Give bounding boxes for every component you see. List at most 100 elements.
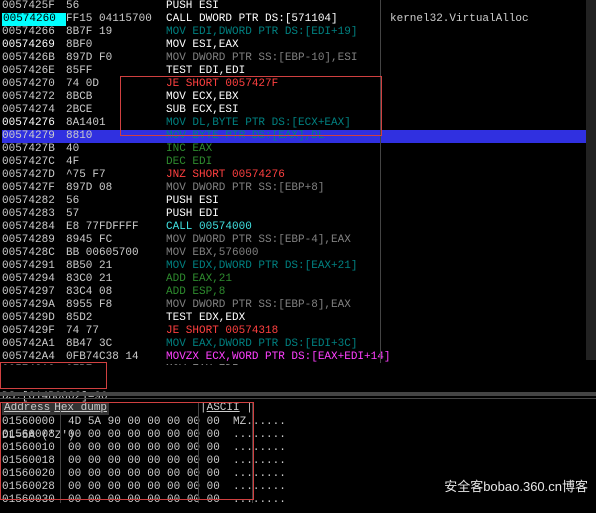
disasm-row[interactable]: 0057427B40INC EAX — [2, 143, 596, 156]
instruction-cell: MOVZX ECX,WORD PTR DS:[EAX+EDI+14] — [166, 351, 390, 364]
disasm-row[interactable]: 005742918B50 21MOV EDX,DWORD PTR DS:[EAX… — [2, 260, 596, 273]
scrollbar[interactable] — [586, 0, 596, 360]
address-cell: 00574274 — [2, 104, 66, 117]
address-cell: 00574291 — [2, 260, 66, 273]
bytes-cell: 2BCE — [66, 104, 166, 117]
address-cell: 00574282 — [2, 195, 66, 208]
disasm-row[interactable]: 005742728BCBMOV ECX,EBX — [2, 91, 596, 104]
disasm-row[interactable]: 0057426E85FFTEST EDI,EDI — [2, 65, 596, 78]
instruction-cell: MOV EAX,EDI — [166, 364, 239, 365]
address-cell: 0057429A — [2, 299, 66, 312]
disasm-row[interactable]: 005742A40FB74C38 14MOVZX ECX,WORD PTR DS… — [2, 351, 596, 364]
disasm-row[interactable]: 0057427F897D 08MOV DWORD PTR SS:[EBP+8] — [2, 182, 596, 195]
disasm-row[interactable]: 005742898945 FCMOV DWORD PTR SS:[EBP-4],… — [2, 234, 596, 247]
address-cell: 00574279 — [2, 130, 66, 143]
disasm-row[interactable]: 0057428357PUSH EDI — [2, 208, 596, 221]
instruction-cell: MOV EDX,DWORD PTR DS:[EAX+21] — [166, 260, 357, 273]
disasm-row[interactable]: 0057426B897D F0MOV DWORD PTR SS:[EBP-10]… — [2, 52, 596, 65]
disasm-row[interactable]: 0057425F56PUSH ESI — [2, 0, 596, 13]
instruction-cell: MOV ECX,EBX — [166, 91, 239, 104]
hex-row[interactable]: 01560000 4D 5A 90 00 00 00 00 00 MZ.....… — [2, 416, 286, 429]
address-cell: 00574272 — [2, 91, 66, 104]
hex-row[interactable]: 01560020 00 00 00 00 00 00 00 00 .......… — [2, 468, 286, 481]
bytes-cell: 8A1401 — [66, 117, 166, 130]
hex-row[interactable]: 01560008 00 00 00 00 00 00 00 00 .......… — [2, 429, 286, 442]
disasm-row[interactable]: 0057428CBB 00605700MOV EBX,576000 — [2, 247, 596, 260]
disasm-row[interactable]: 0057428256PUSH ESI — [2, 195, 596, 208]
bytes-cell: 85FF — [66, 65, 166, 78]
disasm-row[interactable]: 0057429783C4 08ADD ESP,8 — [2, 286, 596, 299]
instruction-cell: TEST EDX,EDX — [166, 312, 245, 325]
disasm-row[interactable]: 0057427074 0DJE SHORT 0057427F — [2, 78, 596, 91]
hex-separator-1 — [60, 402, 61, 503]
address-cell: 005742A1 — [2, 338, 66, 351]
disasm-row[interactable]: 0057429F74 77JE SHORT 00574318 — [2, 325, 596, 338]
bytes-cell: 8BF0 — [66, 39, 166, 52]
bytes-cell: 83C4 08 — [66, 286, 166, 299]
bytes-cell: E8 77FDFFFF — [66, 221, 166, 234]
disasm-row[interactable]: 005742798810MOV BYTE PTR DS:[EAX],DL — [2, 130, 596, 143]
address-cell: 00574294 — [2, 273, 66, 286]
instruction-cell: TEST EDI,EDI — [166, 65, 245, 78]
bytes-cell: 8BCB — [66, 91, 166, 104]
disassembly-pane[interactable]: 0057425F56PUSH ESI00574260FF15 04115700C… — [0, 0, 596, 365]
disasm-row[interactable]: 005742768A1401MOV DL,BYTE PTR DS:[ECX+EA… — [2, 117, 596, 130]
instruction-cell: SUB ECX,ESI — [166, 104, 239, 117]
hex-separator-3 — [252, 402, 253, 503]
disasm-row[interactable]: 005742A18B47 3CMOV EAX,DWORD PTR DS:[EDI… — [2, 338, 596, 351]
instruction-cell: MOV BYTE PTR DS:[EAX],DL — [166, 130, 324, 143]
address-cell: 0057429D — [2, 312, 66, 325]
disasm-row[interactable]: 0057429D85D2TEST EDX,EDX — [2, 312, 596, 325]
comment-cell: kernel32.VirtualAlloc — [390, 13, 529, 26]
address-cell: 0057427C — [2, 156, 66, 169]
disasm-row[interactable]: 005742668B7F 19MOV EDI,DWORD PTR DS:[EDI… — [2, 26, 596, 39]
bytes-cell: FF15 04115700 — [66, 13, 166, 26]
instruction-cell: MOV DWORD PTR SS:[EBP-8],EAX — [166, 299, 351, 312]
address-cell: 0057426E — [2, 65, 66, 78]
bytes-cell: 0FB74C38 14 — [66, 351, 166, 364]
bytes-cell: 56 — [66, 0, 166, 13]
address-cell: 00574266 — [2, 26, 66, 39]
instruction-cell: MOV EDI,DWORD PTR DS:[EDI+19] — [166, 26, 357, 39]
disasm-row[interactable]: 0057429483C0 21ADD EAX,21 — [2, 273, 596, 286]
disasm-row[interactable]: 005742742BCESUB ECX,ESI — [2, 104, 596, 117]
address-cell: 00574269 — [2, 39, 66, 52]
hex-row[interactable]: 01560018 00 00 00 00 00 00 00 00 .......… — [2, 455, 286, 468]
address-cell: 0057429F — [2, 325, 66, 338]
hex-separator-2 — [198, 402, 199, 503]
instruction-cell: PUSH ESI — [166, 0, 219, 13]
bytes-cell: 8810 — [66, 130, 166, 143]
bytes-cell: 897D F0 — [66, 52, 166, 65]
instruction-cell: CALL 00574000 — [166, 221, 252, 234]
address-cell: 0057427B — [2, 143, 66, 156]
address-cell: 0057427D — [2, 169, 66, 182]
bytes-cell: 74 0D — [66, 78, 166, 91]
hex-row[interactable]: 01560010 00 00 00 00 00 00 00 00 .......… — [2, 442, 286, 455]
bytes-cell: BB 00605700 — [66, 247, 166, 260]
bytes-cell: 897D 08 — [66, 182, 166, 195]
instruction-cell: MOV DWORD PTR SS:[EBP-10],ESI — [166, 52, 357, 65]
hex-col-dump[interactable]: Hex dump — [54, 402, 107, 415]
disasm-row[interactable]: 00574284E8 77FDFFFFCALL 00574000 — [2, 221, 596, 234]
instruction-cell: MOV DWORD PTR SS:[EBP-4],EAX — [166, 234, 351, 247]
bytes-cell: 8B7F 19 — [66, 26, 166, 39]
hex-dump-pane[interactable]: 01560000 4D 5A 90 00 00 00 00 00 MZ.....… — [2, 416, 286, 507]
hex-row[interactable]: 01560028 00 00 00 00 00 00 00 00 .......… — [2, 481, 286, 494]
bytes-cell: 56 — [66, 195, 166, 208]
bytes-cell: 8B47 3C — [66, 338, 166, 351]
address-cell: 00574270 — [2, 78, 66, 91]
hex-dump-header[interactable]: Address Hex dump — [2, 402, 109, 415]
hex-col-address[interactable]: Address — [4, 402, 50, 415]
watermark-text: 安全客bobao.360.cn博客 — [444, 480, 588, 493]
address-cell: 00574283 — [2, 208, 66, 221]
disasm-row[interactable]: 0057427D^75 F7JNZ SHORT 00574276 — [2, 169, 596, 182]
disasm-row[interactable]: 0057429A8955 F8MOV DWORD PTR SS:[EBP-8],… — [2, 299, 596, 312]
disasm-row[interactable]: 00574260FF15 04115700CALL DWORD PTR DS:[… — [2, 13, 596, 26]
hex-col-ascii[interactable]: |ASCII | — [200, 402, 253, 415]
hex-row[interactable]: 01560030 00 00 00 00 00 00 00 00 .......… — [2, 494, 286, 507]
disasm-row[interactable]: 0057427C4FDEC EDI — [2, 156, 596, 169]
bytes-cell: 85D2 — [66, 312, 166, 325]
horizontal-separator[interactable] — [0, 392, 596, 396]
disasm-row[interactable]: 005742698BF0MOV ESI,EAX — [2, 39, 596, 52]
address-cell: 00574289 — [2, 234, 66, 247]
